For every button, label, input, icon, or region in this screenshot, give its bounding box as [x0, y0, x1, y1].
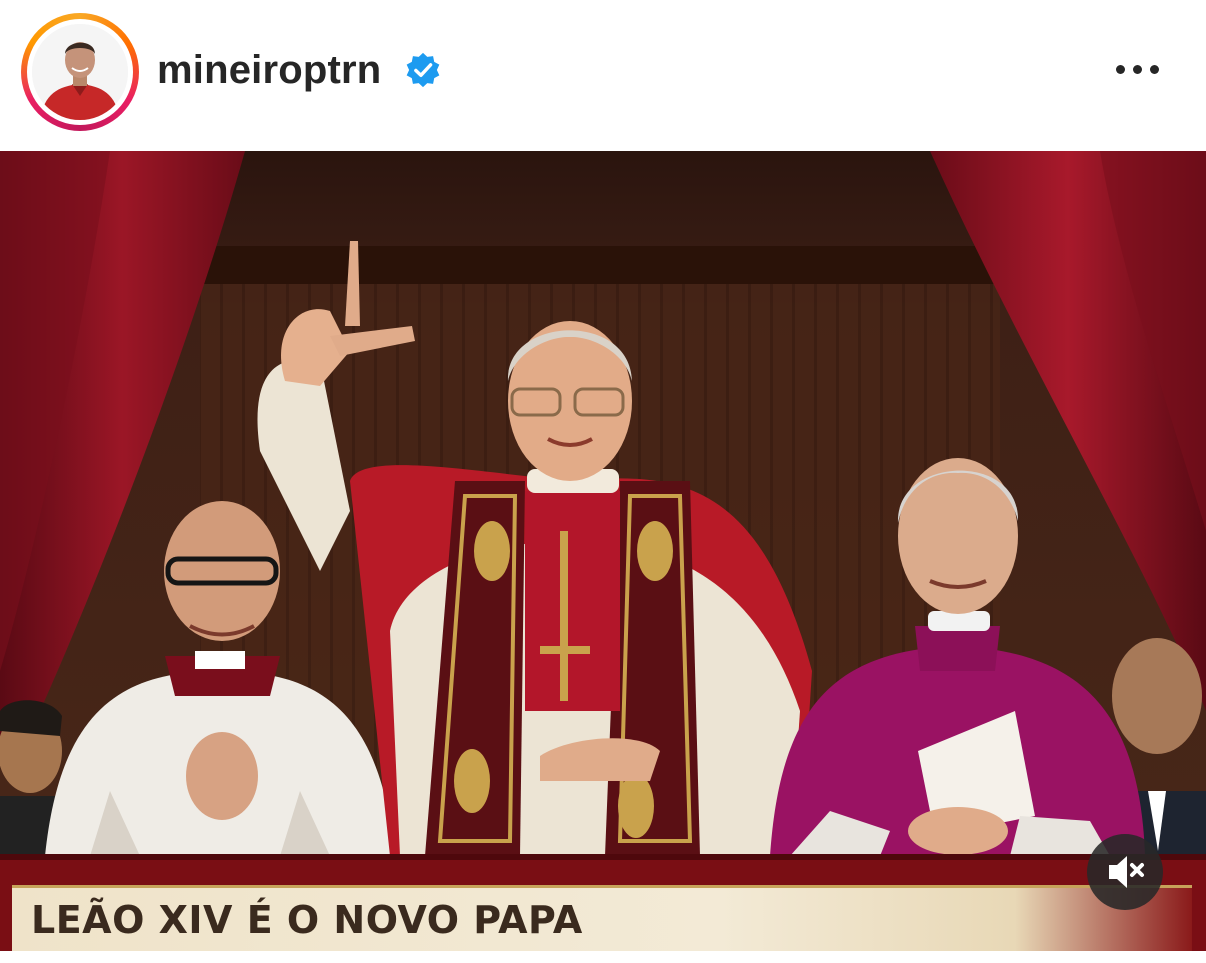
more-options-button[interactable] — [1110, 57, 1166, 83]
avatar[interactable] — [32, 24, 128, 120]
post-illustration — [0, 151, 1206, 951]
caption-banner: LEÃO XIV É O NOVO PAPA — [12, 885, 1192, 951]
dot-icon — [1133, 65, 1142, 74]
story-ring[interactable] — [21, 13, 139, 131]
avatar-photo — [32, 24, 128, 120]
verified-badge-icon — [406, 52, 440, 88]
banner-text: LEÃO XIV É O NOVO PAPA — [31, 898, 583, 942]
dot-icon — [1116, 65, 1125, 74]
post-header: mineiroptrn — [0, 0, 1206, 150]
mute-button[interactable] — [1087, 834, 1163, 910]
dot-icon — [1150, 65, 1159, 74]
post-image[interactable]: LEÃO XIV É O NOVO PAPA — [0, 151, 1206, 951]
speaker-muted-icon — [1109, 856, 1144, 888]
username[interactable]: mineiroptrn — [157, 48, 381, 93]
